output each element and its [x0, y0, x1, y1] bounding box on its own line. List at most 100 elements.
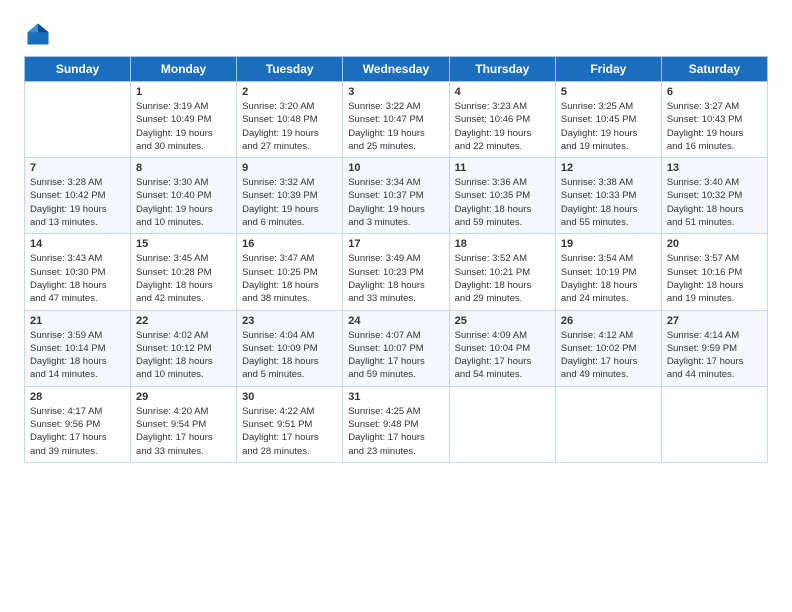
calendar-cell: 12 Sunrise: 3:38 AM Sunset: 10:33 PM Dayl… — [555, 158, 661, 234]
day-info: Sunrise: 3:45 AM Sunset: 10:28 PM Daylig… — [136, 252, 231, 305]
day-info: Sunrise: 4:04 AM Sunset: 10:09 PM Daylig… — [242, 329, 337, 382]
day-number: 28 — [30, 391, 125, 403]
day-info: Sunrise: 3:27 AM Sunset: 10:43 PM Daylig… — [667, 100, 762, 153]
day-info: Sunrise: 3:40 AM Sunset: 10:32 PM Daylig… — [667, 176, 762, 229]
day-number: 18 — [455, 238, 550, 250]
calendar-cell: 2 Sunrise: 3:20 AM Sunset: 10:48 PM Dayli… — [237, 82, 343, 158]
calendar-week-1: 1 Sunrise: 3:19 AM Sunset: 10:49 PM Dayli… — [25, 82, 768, 158]
calendar-week-5: 28 Sunrise: 4:17 AM Sunset: 9:56 PM Dayli… — [25, 386, 768, 462]
calendar-cell: 20 Sunrise: 3:57 AM Sunset: 10:16 PM Dayl… — [661, 234, 767, 310]
calendar-cell — [449, 386, 555, 462]
day-info: Sunrise: 4:14 AM Sunset: 9:59 PM Dayligh… — [667, 329, 762, 382]
day-info: Sunrise: 3:52 AM Sunset: 10:21 PM Daylig… — [455, 252, 550, 305]
day-number: 5 — [561, 86, 656, 98]
calendar-cell: 1 Sunrise: 3:19 AM Sunset: 10:49 PM Dayli… — [131, 82, 237, 158]
weekday-header-wednesday: Wednesday — [343, 57, 449, 82]
day-info: Sunrise: 4:20 AM Sunset: 9:54 PM Dayligh… — [136, 405, 231, 458]
day-info: Sunrise: 3:38 AM Sunset: 10:33 PM Daylig… — [561, 176, 656, 229]
day-number: 11 — [455, 162, 550, 174]
calendar-cell: 7 Sunrise: 3:28 AM Sunset: 10:42 PM Dayli… — [25, 158, 131, 234]
calendar-cell: 15 Sunrise: 3:45 AM Sunset: 10:28 PM Dayl… — [131, 234, 237, 310]
calendar-header-row: SundayMondayTuesdayWednesdayThursdayFrid… — [25, 57, 768, 82]
calendar-cell — [661, 386, 767, 462]
day-info: Sunrise: 3:23 AM Sunset: 10:46 PM Daylig… — [455, 100, 550, 153]
day-number: 14 — [30, 238, 125, 250]
day-info: Sunrise: 3:34 AM Sunset: 10:37 PM Daylig… — [348, 176, 443, 229]
calendar-cell: 22Sunrise: 4:02 AM Sunset: 10:12 PM Dayl… — [131, 310, 237, 386]
day-info: Sunrise: 3:36 AM Sunset: 10:35 PM Daylig… — [455, 176, 550, 229]
day-info: Sunrise: 3:49 AM Sunset: 10:23 PM Daylig… — [348, 252, 443, 305]
day-info: Sunrise: 3:20 AM Sunset: 10:48 PM Daylig… — [242, 100, 337, 153]
day-number: 15 — [136, 238, 231, 250]
calendar-cell: 6 Sunrise: 3:27 AM Sunset: 10:43 PM Dayli… — [661, 82, 767, 158]
calendar-cell: 14 Sunrise: 3:43 AM Sunset: 10:30 PM Dayl… — [25, 234, 131, 310]
weekday-header-tuesday: Tuesday — [237, 57, 343, 82]
calendar-cell: 25Sunrise: 4:09 AM Sunset: 10:04 PM Dayl… — [449, 310, 555, 386]
calendar-cell: 10Sunrise: 3:34 AM Sunset: 10:37 PM Dayl… — [343, 158, 449, 234]
calendar-cell: 28 Sunrise: 4:17 AM Sunset: 9:56 PM Dayli… — [25, 386, 131, 462]
calendar-cell: 16Sunrise: 3:47 AM Sunset: 10:25 PM Dayl… — [237, 234, 343, 310]
day-number: 19 — [561, 238, 656, 250]
calendar-cell: 27 Sunrise: 4:14 AM Sunset: 9:59 PM Dayli… — [661, 310, 767, 386]
day-number: 12 — [561, 162, 656, 174]
day-number: 3 — [348, 86, 443, 98]
day-info: Sunrise: 3:25 AM Sunset: 10:45 PM Daylig… — [561, 100, 656, 153]
day-info: Sunrise: 3:32 AM Sunset: 10:39 PM Daylig… — [242, 176, 337, 229]
calendar-cell: 18 Sunrise: 3:52 AM Sunset: 10:21 PM Dayl… — [449, 234, 555, 310]
calendar-cell: 4 Sunrise: 3:23 AM Sunset: 10:46 PM Dayli… — [449, 82, 555, 158]
calendar-cell: 11 Sunrise: 3:36 AM Sunset: 10:35 PM Dayl… — [449, 158, 555, 234]
calendar-week-2: 7 Sunrise: 3:28 AM Sunset: 10:42 PM Dayli… — [25, 158, 768, 234]
calendar-cell: 30Sunrise: 4:22 AM Sunset: 9:51 PM Dayli… — [237, 386, 343, 462]
day-number: 2 — [242, 86, 337, 98]
weekday-header-saturday: Saturday — [661, 57, 767, 82]
calendar-cell: 31 Sunrise: 4:25 AM Sunset: 9:48 PM Dayli… — [343, 386, 449, 462]
day-number: 13 — [667, 162, 762, 174]
calendar-cell: 17 Sunrise: 3:49 AM Sunset: 10:23 PM Dayl… — [343, 234, 449, 310]
day-info: Sunrise: 3:57 AM Sunset: 10:16 PM Daylig… — [667, 252, 762, 305]
day-info: Sunrise: 4:07 AM Sunset: 10:07 PM Daylig… — [348, 329, 443, 382]
weekday-header-thursday: Thursday — [449, 57, 555, 82]
calendar-cell: 24 Sunrise: 4:07 AM Sunset: 10:07 PM Dayl… — [343, 310, 449, 386]
day-info: Sunrise: 3:43 AM Sunset: 10:30 PM Daylig… — [30, 252, 125, 305]
calendar-table: SundayMondayTuesdayWednesdayThursdayFrid… — [24, 56, 768, 463]
calendar-cell — [25, 82, 131, 158]
day-number: 29 — [136, 391, 231, 403]
day-info: Sunrise: 4:09 AM Sunset: 10:04 PM Daylig… — [455, 329, 550, 382]
day-info: Sunrise: 3:28 AM Sunset: 10:42 PM Daylig… — [30, 176, 125, 229]
day-number: 23 — [242, 315, 337, 327]
day-number: 9 — [242, 162, 337, 174]
weekday-header-monday: Monday — [131, 57, 237, 82]
day-number: 31 — [348, 391, 443, 403]
weekday-header-sunday: Sunday — [25, 57, 131, 82]
day-number: 17 — [348, 238, 443, 250]
logo-icon — [24, 20, 52, 48]
day-info: Sunrise: 4:17 AM Sunset: 9:56 PM Dayligh… — [30, 405, 125, 458]
day-number: 4 — [455, 86, 550, 98]
day-number: 6 — [667, 86, 762, 98]
day-number: 16 — [242, 238, 337, 250]
day-number: 20 — [667, 238, 762, 250]
day-number: 27 — [667, 315, 762, 327]
calendar-body: 1 Sunrise: 3:19 AM Sunset: 10:49 PM Dayli… — [25, 82, 768, 463]
calendar-cell: 5 Sunrise: 3:25 AM Sunset: 10:45 PM Dayli… — [555, 82, 661, 158]
day-info: Sunrise: 4:25 AM Sunset: 9:48 PM Dayligh… — [348, 405, 443, 458]
calendar-cell — [555, 386, 661, 462]
calendar-week-3: 14 Sunrise: 3:43 AM Sunset: 10:30 PM Dayl… — [25, 234, 768, 310]
calendar-cell: 21Sunrise: 3:59 AM Sunset: 10:14 PM Dayl… — [25, 310, 131, 386]
day-info: Sunrise: 4:22 AM Sunset: 9:51 PM Dayligh… — [242, 405, 337, 458]
day-info: Sunrise: 3:19 AM Sunset: 10:49 PM Daylig… — [136, 100, 231, 153]
calendar-cell: 3Sunrise: 3:22 AM Sunset: 10:47 PM Dayli… — [343, 82, 449, 158]
day-number: 22 — [136, 315, 231, 327]
day-number: 1 — [136, 86, 231, 98]
day-number: 7 — [30, 162, 125, 174]
calendar-week-4: 21Sunrise: 3:59 AM Sunset: 10:14 PM Dayl… — [25, 310, 768, 386]
day-number: 8 — [136, 162, 231, 174]
calendar-cell: 9 Sunrise: 3:32 AM Sunset: 10:39 PM Dayli… — [237, 158, 343, 234]
day-info: Sunrise: 3:30 AM Sunset: 10:40 PM Daylig… — [136, 176, 231, 229]
day-info: Sunrise: 3:59 AM Sunset: 10:14 PM Daylig… — [30, 329, 125, 382]
day-info: Sunrise: 4:12 AM Sunset: 10:02 PM Daylig… — [561, 329, 656, 382]
page-header — [24, 20, 768, 48]
logo — [24, 20, 56, 48]
weekday-header-friday: Friday — [555, 57, 661, 82]
day-number: 24 — [348, 315, 443, 327]
